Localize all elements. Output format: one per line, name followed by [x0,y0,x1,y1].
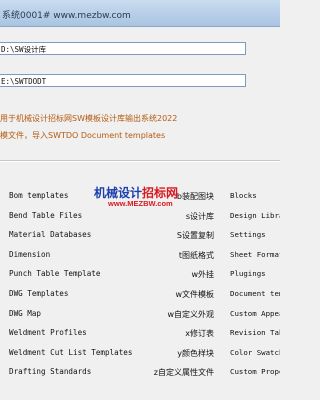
folder-cn-name: y颜色样块 [177,348,214,358]
info-line-2: 模文件，导入SWTDO Document templates [0,131,166,140]
target-folder-name: Document templates [230,289,280,298]
folder-cn-name: z自定义属性文件 [153,368,214,378]
target-path-input[interactable]: E:\SWTDODT [0,74,246,87]
folder-name: Weldment Cut List Templates [9,347,133,357]
folder-cn-name: t图纸格式 [178,250,214,260]
target-folder-name: Plugings [230,269,266,279]
folder-cn-name: x修订表 [185,329,214,339]
folder-cn-name: w自定义外观 [167,309,214,319]
folder-cn-name: b装配图块 [176,192,214,201]
target-folder-name: Sheet Formats [230,249,280,259]
title-bar[interactable]: 系统0001# www.mezbw.com [0,0,280,27]
folder-name: Dimension [9,249,51,259]
folder-cn-name: w文件模板 [175,290,214,299]
folder-cn-name: S设置复制 [176,231,214,241]
target-folder-name: Revision Table [230,328,280,338]
folder-name: Drafting Standards [9,367,92,377]
folder-name: Weldment Profiles [9,328,87,338]
folder-name: Punch Table Template [9,269,101,279]
target-folder-name: Custom Appearances [230,308,280,318]
folder-cn-name: s设计库 [185,211,214,221]
folder-name: Material Databases [9,230,92,240]
folder-cn-name: w外挂 [191,270,214,280]
folder-name: DWG Templates [9,289,69,298]
folder-name: DWG Map [9,308,42,318]
folder-name: Bend Table Files [9,210,83,220]
window-title: 系统0001# www.mezbw.com [2,11,131,21]
target-folder-name: Blocks [230,191,257,200]
target-folder-name: Color Swatches [230,347,280,357]
target-folder-name: Design Library [230,210,280,220]
info-line-1: 用于机械设计招标网SW模板设计库输出系统2022 [0,114,178,123]
target-folder-name: Custom Properties [230,367,280,377]
divider [0,160,280,162]
source-path-input[interactable]: D:\SW设计库 [0,42,246,55]
folder-name: Bom templates [9,191,69,200]
target-folder-name: Settings [230,230,266,240]
